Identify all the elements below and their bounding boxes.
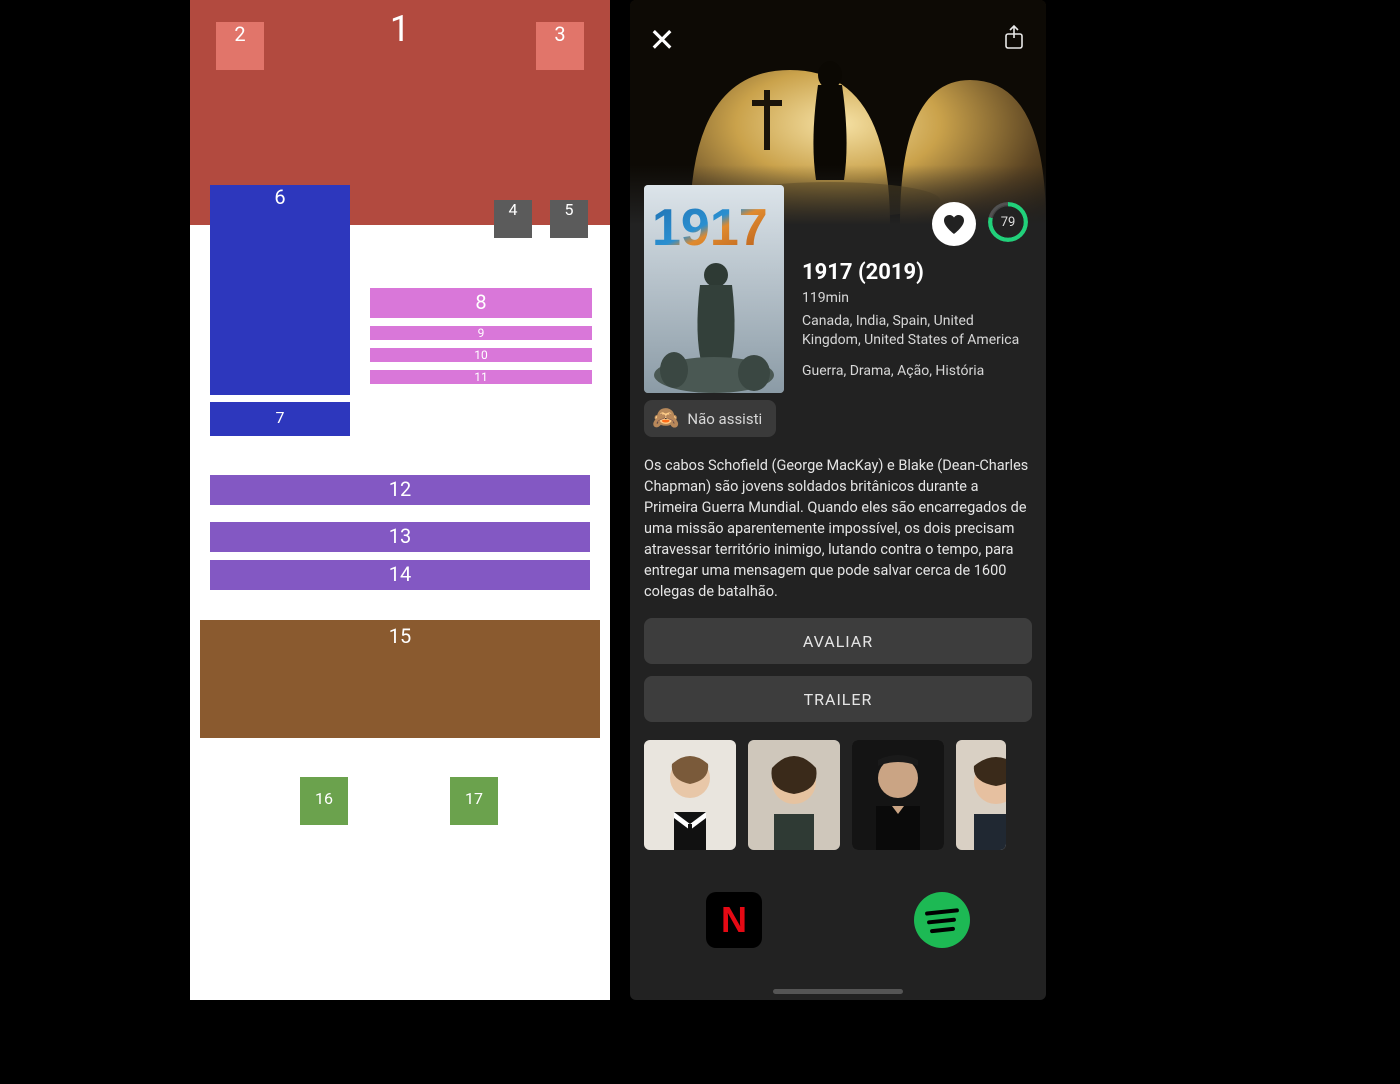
rate-button-label: AVALIAR [803,632,873,651]
wf-label-share: 3 [536,22,584,46]
wf-label-synopsis: 12 [210,475,590,501]
see-no-evil-icon: 🙈 [652,406,679,431]
wf-label-heart: 4 [494,200,532,219]
wf-provider-2: 17 [450,777,498,825]
movie-detail-screen: ✕ 79 [630,0,1046,1000]
wf-watch-pill: 7 [210,402,350,436]
close-icon[interactable]: ✕ [644,22,680,58]
wf-rate-btn: 13 [210,522,590,552]
cast-card[interactable] [644,740,736,850]
wf-heart: 4 [494,200,532,238]
movie-synopsis: Os cabos Schofield (George MacKay) e Bla… [644,455,1032,602]
wf-label-poster: 6 [210,185,350,209]
wf-label-genres: 11 [370,370,592,384]
cast-card[interactable] [748,740,840,850]
wf-close: 2 [216,22,264,70]
watch-status-label: Não assisti [687,410,762,428]
wf-label-prov2: 17 [450,777,498,808]
wf-trailer-btn: 14 [210,560,590,590]
wf-label-rate: 13 [210,522,590,548]
wf-label-score: 5 [550,200,588,219]
poster-title-text: 1917 [652,199,768,257]
wf-label-prov1: 16 [300,777,348,808]
share-icon[interactable] [996,20,1032,56]
wf-label-trailer: 14 [210,560,590,586]
rate-button[interactable]: AVALIAR [644,618,1032,664]
wf-label-hero: 1 [390,8,410,50]
wf-cast-row: 15 [200,620,600,738]
cast-row[interactable] [644,740,1046,850]
netflix-glyph: N [721,899,747,941]
trailer-button-label: TRAILER [804,690,873,709]
movie-countries: Canada, India, Spain, United Kingdom, Un… [802,312,1030,350]
wf-label-title: 8 [370,288,592,314]
score-badge: 79 [988,202,1028,242]
cast-card[interactable] [956,740,1006,850]
movie-genres: Guerra, Drama, Ação, História [802,362,1030,381]
wf-title: 8 [370,288,592,318]
wf-label-cast: 15 [200,620,600,648]
netflix-icon[interactable]: N [706,892,762,948]
wf-countries: 10 [370,348,592,362]
wf-runtime: 9 [370,326,592,340]
home-indicator [773,989,903,994]
wf-genres: 11 [370,370,592,384]
watch-status-button[interactable]: 🙈 Não assisti [644,400,776,437]
wf-label-close: 2 [216,22,264,46]
wireframe-panel: 1 2 3 4 5 6 7 8 9 10 11 12 13 14 15 16 1 [190,0,610,1000]
wf-label-watch: 7 [210,402,350,427]
trailer-button[interactable]: TRAILER [644,676,1032,722]
movie-poster[interactable]: 1917 [644,185,784,393]
favorite-button[interactable] [932,202,976,246]
close-glyph: ✕ [649,21,676,59]
movie-runtime: 119min [802,289,1030,308]
wf-provider-1: 16 [300,777,348,825]
cast-card[interactable] [852,740,944,850]
spotify-icon[interactable] [914,892,970,948]
wf-poster: 6 [210,185,350,395]
movie-title: 1917 (2019) [802,260,1030,285]
heart-icon [942,213,966,235]
wf-score: 5 [550,200,588,238]
wf-share: 3 [536,22,584,70]
wf-synopsis: 12 [210,475,590,505]
wf-label-runtime: 9 [370,326,592,340]
providers-row: N [630,880,1046,960]
wf-label-countries: 10 [370,348,592,362]
movie-meta: 1917 (2019) 119min Canada, India, Spain,… [802,260,1030,381]
